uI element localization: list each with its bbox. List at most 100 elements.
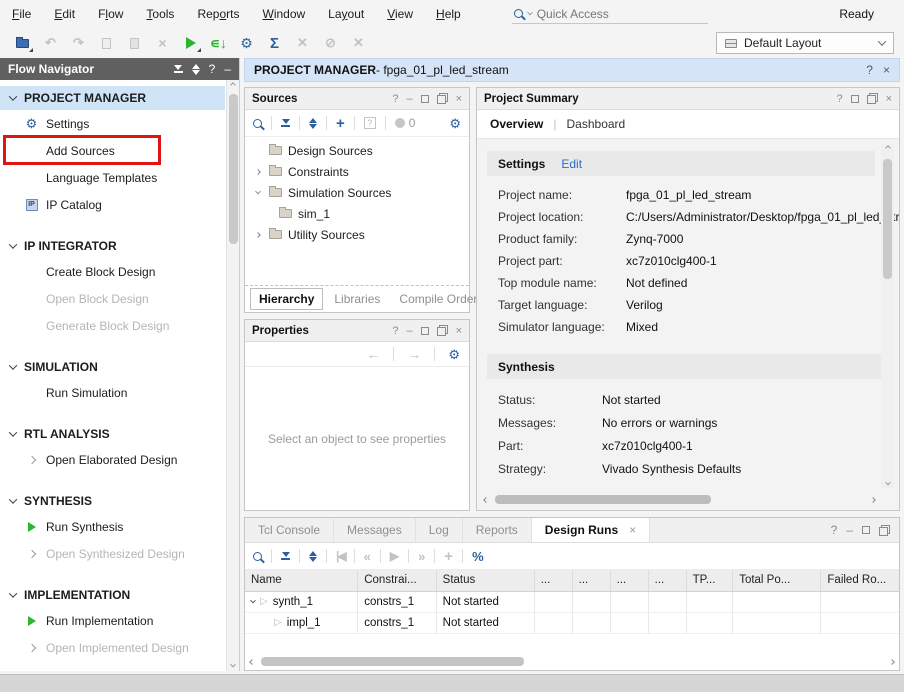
tree-item-utility-sources[interactable]: Utility Sources xyxy=(245,224,469,245)
minimize-icon[interactable]: – xyxy=(846,523,853,537)
maximize-icon[interactable] xyxy=(421,95,429,103)
float-icon[interactable] xyxy=(437,325,448,336)
report-summary-button[interactable]: Σ xyxy=(262,32,287,54)
chevron-right-icon[interactable] xyxy=(255,232,261,238)
synthesis-strategy-link[interactable]: Vivado Synthesis Defaults xyxy=(602,462,741,476)
nav-item-run-synthesis[interactable]: Run Synthesis xyxy=(0,513,225,540)
col-misc[interactable]: ... xyxy=(648,570,686,591)
scroll-down-icon[interactable] xyxy=(230,662,236,668)
nav-section-implementation[interactable]: IMPLEMENTATION xyxy=(0,583,225,607)
col-failed-routes[interactable]: Failed Ro... xyxy=(821,570,899,591)
nav-section-synthesis[interactable]: SYNTHESIS xyxy=(0,489,225,513)
nav-item-open-synthesized-design[interactable]: Open Synthesized Design xyxy=(0,540,225,567)
tab-messages[interactable]: Messages xyxy=(334,518,416,542)
nav-section-simulation[interactable]: SIMULATION xyxy=(0,355,225,379)
col-misc[interactable]: ... xyxy=(610,570,648,591)
add-icon[interactable]: + xyxy=(444,548,453,565)
target-language-link[interactable]: Verilog xyxy=(626,298,663,312)
play-icon[interactable]: ▶ xyxy=(390,549,399,563)
stop-button[interactable]: ✕ xyxy=(346,32,371,54)
close-icon[interactable]: × xyxy=(886,93,892,105)
close-icon[interactable]: × xyxy=(883,63,890,77)
undo-button[interactable]: ↶ xyxy=(38,32,63,54)
col-tns[interactable]: TP... xyxy=(686,570,733,591)
col-total-power[interactable]: Total Po... xyxy=(733,570,821,591)
scroll-up-icon[interactable] xyxy=(885,145,891,151)
nav-item-settings[interactable]: ⚙ Settings xyxy=(0,110,225,137)
layout-selector[interactable]: Default Layout xyxy=(716,32,894,54)
scroll-right-icon[interactable] xyxy=(889,659,895,665)
abort-button[interactable]: ✕ xyxy=(290,32,315,54)
help-icon[interactable]: ? xyxy=(866,63,873,77)
chevron-down-icon[interactable] xyxy=(250,597,256,603)
gear-icon[interactable]: ⚙ xyxy=(448,348,460,361)
tab-overview[interactable]: Overview xyxy=(490,117,543,131)
float-icon[interactable] xyxy=(867,93,878,104)
col-misc[interactable]: ... xyxy=(534,570,572,591)
nav-item-language-templates[interactable]: Language Templates xyxy=(0,164,225,191)
nav-item-create-block-design[interactable]: Create Block Design xyxy=(0,258,225,285)
minimize-icon[interactable]: – xyxy=(224,62,231,76)
col-misc[interactable]: ... xyxy=(572,570,610,591)
tab-libraries[interactable]: Libraries xyxy=(326,289,388,309)
redo-button[interactable]: ↷ xyxy=(66,32,91,54)
collapse-all-icon[interactable] xyxy=(281,119,290,127)
nav-item-open-elaborated-design[interactable]: Open Elaborated Design xyxy=(0,446,225,473)
table-row-impl-1[interactable]: ▷impl_1 constrs_1 Not started xyxy=(245,612,899,633)
nav-item-run-simulation[interactable]: Run Simulation xyxy=(0,379,225,406)
maximize-icon[interactable] xyxy=(862,526,870,534)
col-name[interactable]: Name xyxy=(245,570,358,591)
top-module-link[interactable]: Not defined xyxy=(626,276,687,290)
menu-edit[interactable]: Edit xyxy=(54,7,75,21)
help-icon[interactable]: ? xyxy=(392,93,398,105)
step-back-icon[interactable]: « xyxy=(364,549,371,564)
menu-layout[interactable]: Layout xyxy=(328,7,364,21)
copy-button[interactable] xyxy=(94,32,119,54)
nav-section-project-manager[interactable]: PROJECT MANAGER xyxy=(0,86,225,110)
scroll-left-icon[interactable] xyxy=(483,497,489,503)
project-part-link[interactable]: xc7z010clg400-1 xyxy=(626,254,717,268)
scroll-left-icon[interactable] xyxy=(249,659,255,665)
settings-edit-link[interactable]: Edit xyxy=(561,157,582,171)
col-constraints[interactable]: Constrai... xyxy=(358,570,436,591)
search-icon[interactable] xyxy=(253,119,262,128)
expand-all-icon[interactable] xyxy=(309,118,317,129)
scroll-up-icon[interactable] xyxy=(230,82,236,88)
quick-access-input[interactable] xyxy=(537,7,687,21)
nav-item-open-block-design[interactable]: Open Block Design xyxy=(0,285,225,312)
tab-design-runs[interactable]: Design Runs × xyxy=(532,518,650,542)
go-to-start-icon[interactable]: |◀ xyxy=(336,549,345,563)
paste-button[interactable] xyxy=(122,32,147,54)
settings-button[interactable]: ⚙ xyxy=(234,32,259,54)
float-icon[interactable] xyxy=(879,525,890,536)
design-runs-horizontal-scrollbar[interactable] xyxy=(250,655,894,668)
nav-item-generate-block-design[interactable]: Generate Block Design xyxy=(0,312,225,339)
collapse-all-icon[interactable] xyxy=(174,65,183,73)
collapse-all-icon[interactable] xyxy=(281,552,290,560)
tree-item-simulation-sources[interactable]: Simulation Sources xyxy=(245,182,469,203)
summary-vertical-scrollbar[interactable] xyxy=(881,144,894,488)
nav-item-run-implementation[interactable]: Run Implementation xyxy=(0,607,225,634)
simulator-language-link[interactable]: Mixed xyxy=(626,320,658,334)
float-icon[interactable] xyxy=(437,93,448,104)
tab-dashboard[interactable]: Dashboard xyxy=(567,117,626,131)
flow-navigator-scrollbar[interactable] xyxy=(226,80,239,671)
add-sources-icon[interactable]: + xyxy=(336,115,345,132)
menu-reports[interactable]: Reports xyxy=(197,7,239,21)
col-status[interactable]: Status xyxy=(436,570,534,591)
help-icon[interactable]: ? xyxy=(392,325,398,337)
menu-flow[interactable]: Flow xyxy=(98,7,123,21)
help-icon[interactable]: ? xyxy=(831,523,838,537)
nav-item-add-sources[interactable]: Add Sources xyxy=(0,137,225,164)
scrollbar-thumb[interactable] xyxy=(229,94,238,244)
chevron-right-icon[interactable] xyxy=(255,169,261,175)
tree-item-constraints[interactable]: Constraints xyxy=(245,161,469,182)
menu-view[interactable]: View xyxy=(387,7,413,21)
percent-icon[interactable]: % xyxy=(472,549,484,564)
scrollbar-thumb[interactable] xyxy=(883,159,892,279)
quick-access-search[interactable] xyxy=(512,5,708,24)
minimize-icon[interactable]: – xyxy=(406,325,412,337)
expand-all-icon[interactable] xyxy=(192,64,200,75)
step-forward-icon[interactable]: » xyxy=(418,549,425,564)
tab-log[interactable]: Log xyxy=(416,518,463,542)
